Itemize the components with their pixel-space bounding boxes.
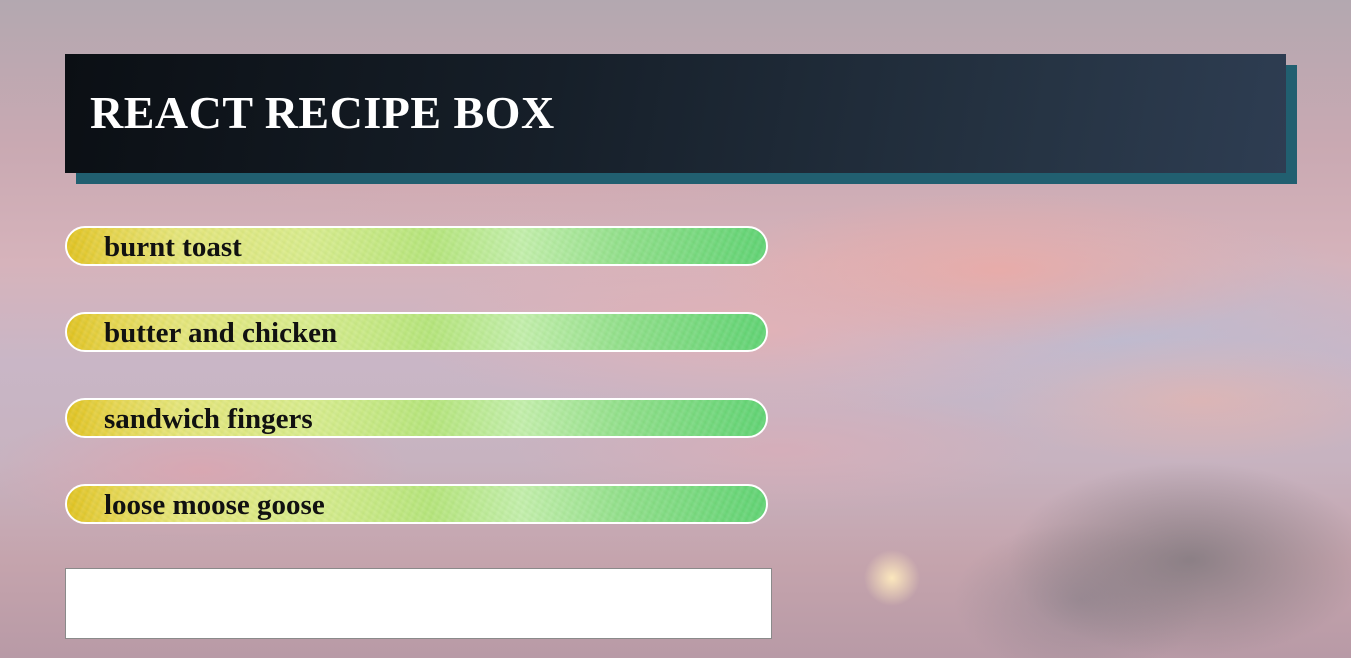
recipe-item[interactable]: butter and chicken bbox=[65, 312, 768, 352]
recipe-item[interactable]: loose moose goose bbox=[65, 484, 768, 524]
header-bar: REACT RECIPE BOX bbox=[65, 54, 1286, 173]
recipe-name: burnt toast bbox=[104, 231, 242, 263]
recipe-item[interactable]: burnt toast bbox=[65, 226, 768, 266]
recipe-item[interactable]: sandwich fingers bbox=[65, 398, 768, 438]
recipe-name: loose moose goose bbox=[104, 489, 325, 521]
recipe-name: butter and chicken bbox=[104, 317, 338, 349]
app-title: REACT RECIPE BOX bbox=[90, 87, 555, 138]
recipe-name: sandwich fingers bbox=[104, 403, 313, 435]
recipe-list: burnt toast butter and chicken sandwich … bbox=[65, 226, 768, 570]
app-header: REACT RECIPE BOX bbox=[65, 54, 1297, 184]
new-recipe-input[interactable] bbox=[65, 568, 772, 639]
